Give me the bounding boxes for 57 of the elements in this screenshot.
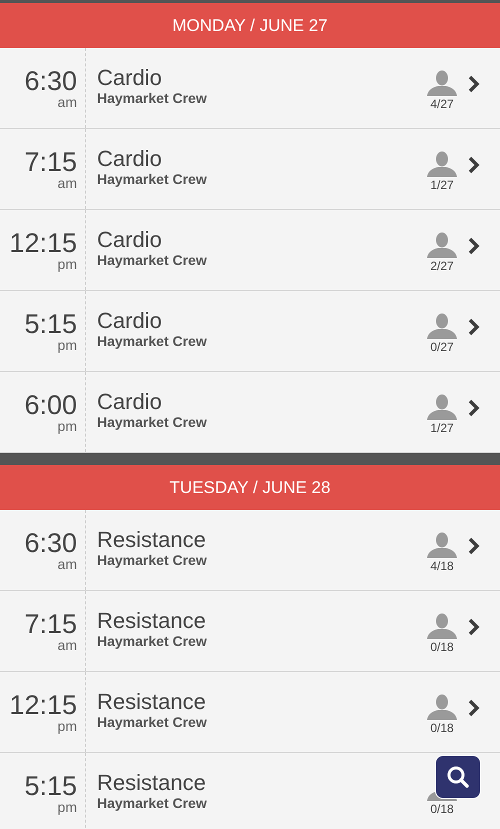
time-period: am — [58, 638, 77, 652]
crew-name: Haymarket Crew — [97, 332, 208, 350]
time-period: am — [58, 556, 77, 572]
search-icon — [446, 765, 470, 789]
time-period: pm — [58, 418, 77, 434]
time-period: pm — [58, 338, 77, 352]
person-icon — [427, 313, 457, 339]
person-icon — [427, 694, 457, 720]
person-icon — [427, 613, 457, 639]
class-time: 5:15 — [24, 310, 77, 338]
attendance-count: 4/18 — [430, 558, 454, 574]
crew-name: Haymarket Crew — [97, 552, 208, 568]
day-heading: TUESDAY / JUNE 28 — [170, 476, 330, 499]
class-title: Cardio — [97, 228, 163, 252]
attendance-count: 1/27 — [430, 420, 454, 436]
class-title: Cardio — [97, 308, 163, 332]
crew-name: Haymarket Crew — [97, 414, 208, 430]
class-title: Cardio — [97, 390, 163, 414]
crew-name: Haymarket Crew — [97, 90, 208, 106]
crew-name: Haymarket Crew — [97, 714, 208, 730]
time-period: pm — [58, 256, 77, 272]
class-title: Resistance — [97, 690, 207, 714]
time-period: am — [58, 176, 77, 190]
person-icon — [427, 532, 457, 558]
class-time: 7:15 — [24, 610, 77, 638]
attendance-count: 0/18 — [430, 801, 454, 817]
attendance-count: 4/27 — [430, 96, 454, 112]
attendance-count: 1/27 — [430, 177, 454, 193]
search-button[interactable] — [435, 755, 481, 799]
class-title: Resistance — [97, 528, 207, 552]
class-time: 6:00 — [24, 390, 77, 418]
crew-name: Haymarket Crew — [97, 170, 208, 188]
class-title: Resistance — [97, 770, 207, 794]
class-time: 6:30 — [24, 528, 77, 556]
time-period: pm — [58, 718, 77, 734]
class-title: Cardio — [97, 146, 163, 170]
attendance-count: 0/18 — [430, 639, 454, 655]
time-period: am — [58, 94, 77, 110]
class-time: 5:15 — [24, 772, 77, 800]
crew-name: Haymarket Crew — [97, 252, 208, 268]
class-time: 6:30 — [24, 66, 77, 94]
crew-name: Haymarket Crew — [97, 794, 208, 812]
person-icon — [427, 70, 457, 96]
day-heading: MONDAY / JUNE 27 — [172, 14, 328, 37]
person-icon — [427, 394, 457, 420]
attendance-count: 0/18 — [430, 720, 454, 736]
person-icon — [427, 232, 457, 258]
time-period: pm — [58, 800, 77, 814]
class-title: Cardio — [97, 66, 163, 90]
attendance-count: 0/27 — [430, 339, 454, 355]
person-icon — [427, 151, 457, 177]
class-time: 7:15 — [24, 148, 77, 176]
class-title: Resistance — [97, 608, 207, 632]
class-time: 12:15 — [9, 690, 77, 718]
attendance-count: 2/27 — [430, 258, 454, 274]
class-time: 12:15 — [9, 228, 77, 256]
crew-name: Haymarket Crew — [97, 632, 208, 650]
